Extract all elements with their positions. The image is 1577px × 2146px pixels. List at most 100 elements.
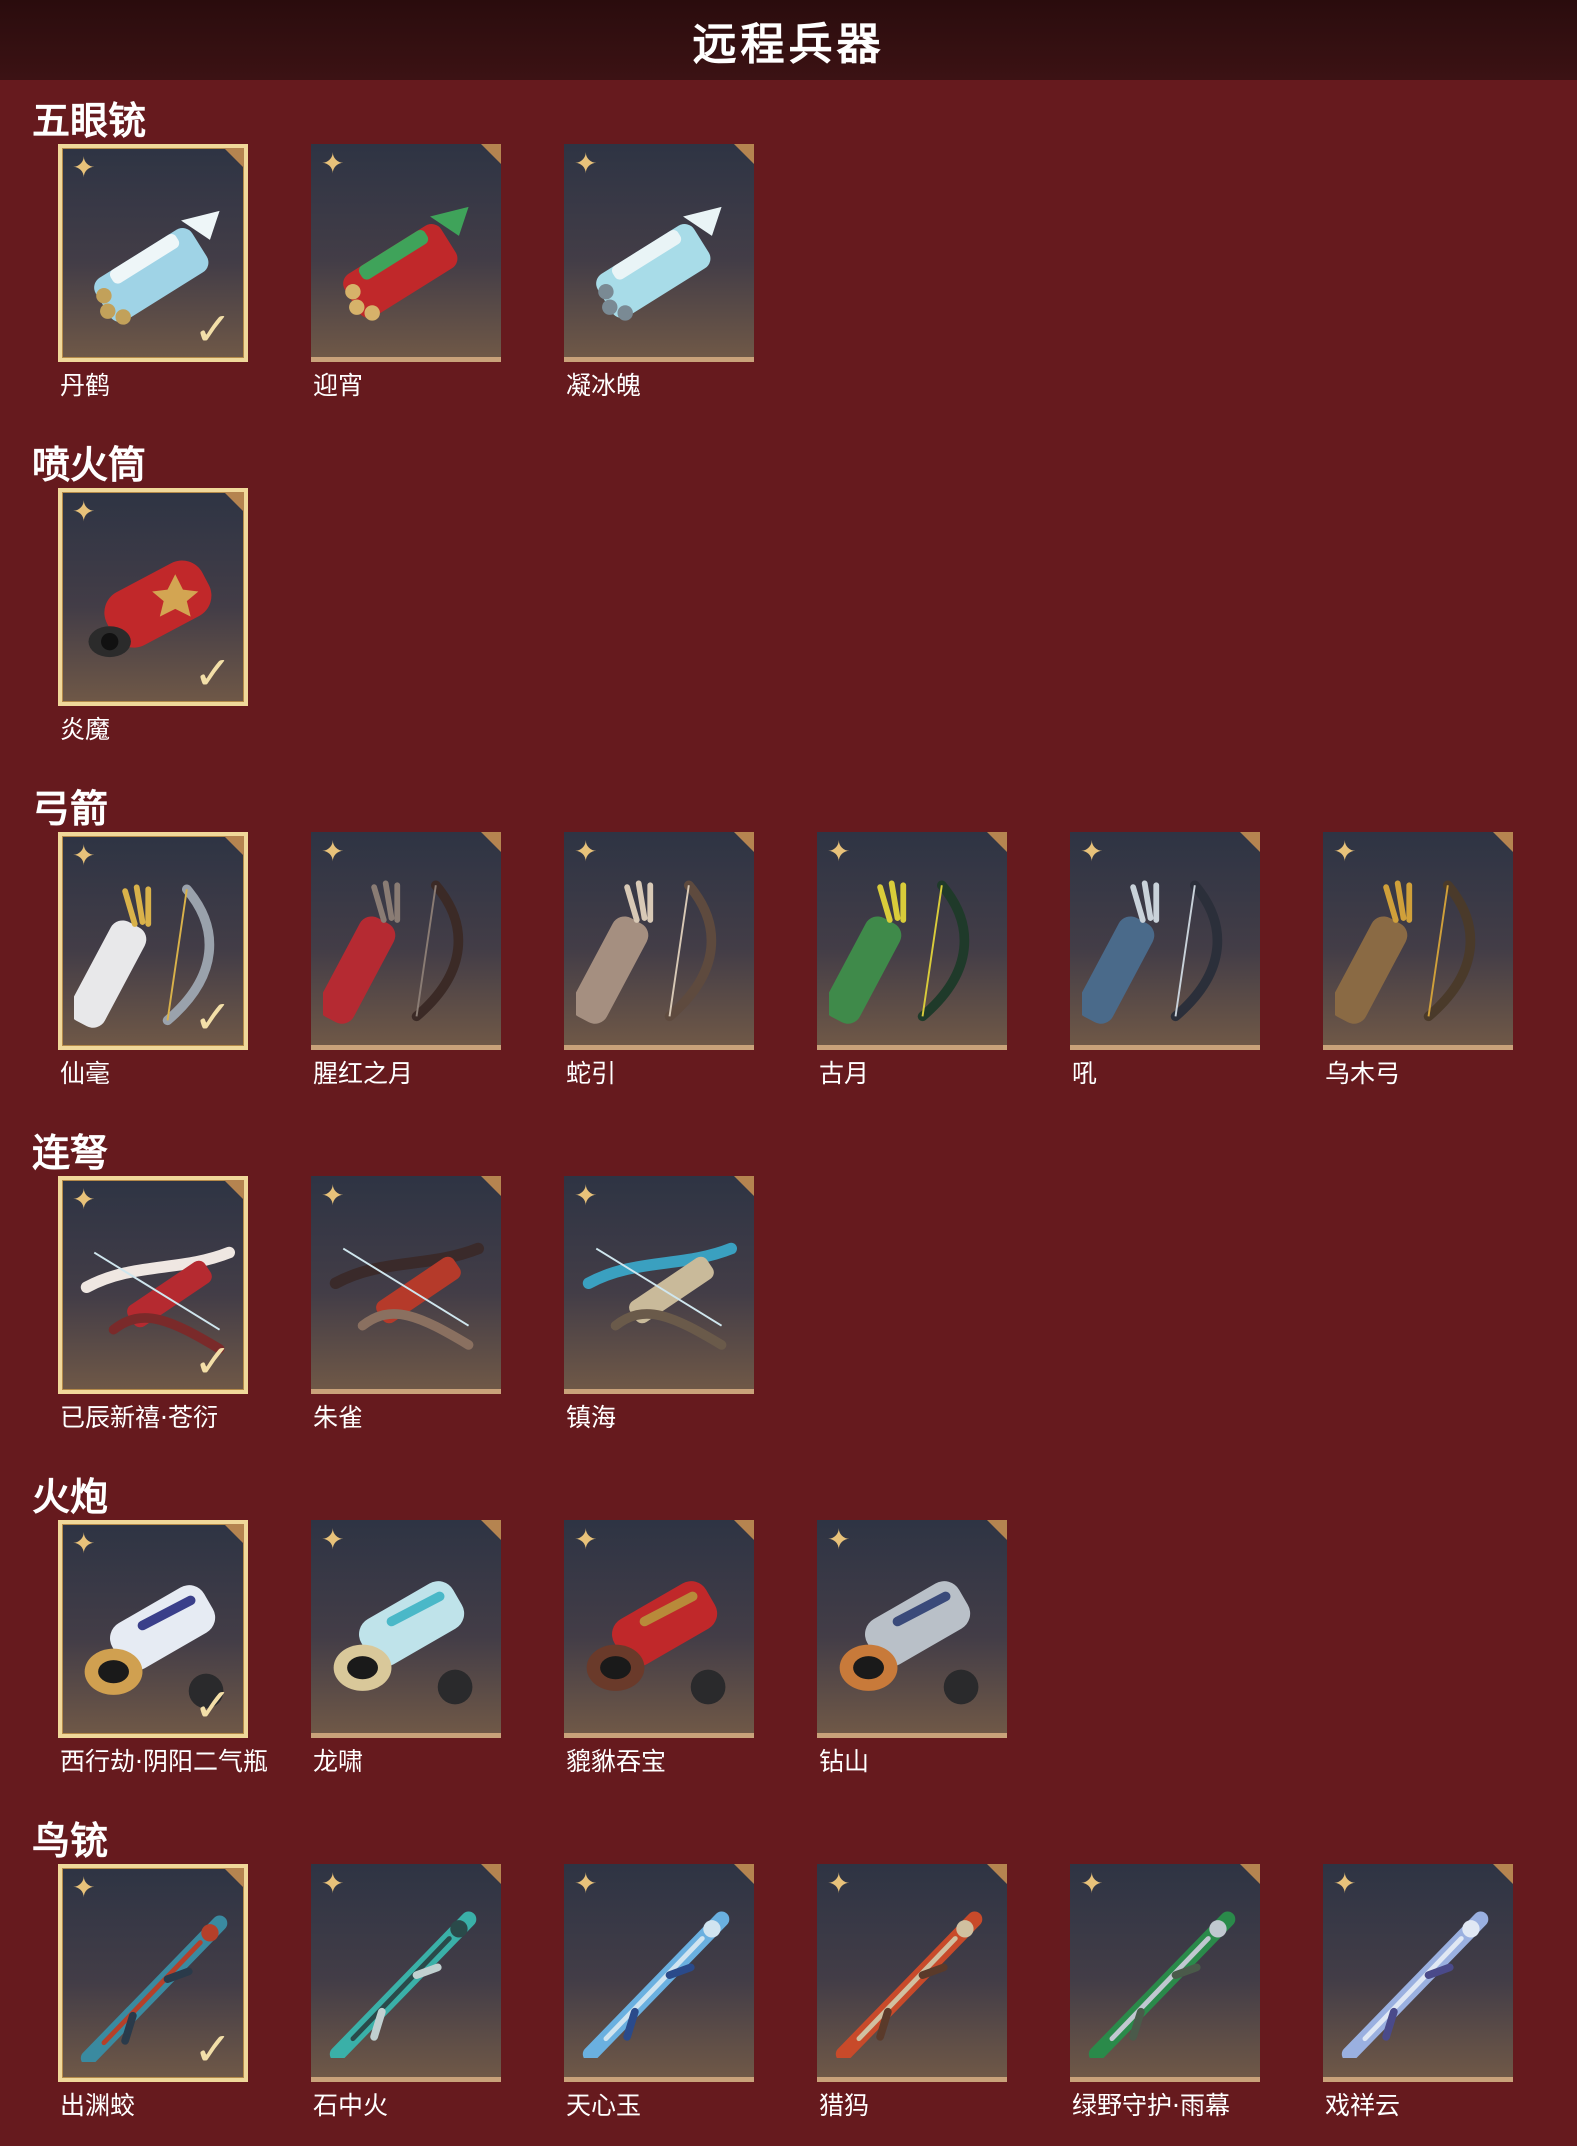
bow-quiver-icon: [576, 880, 717, 1024]
corner-tag-icon: [481, 144, 501, 164]
bow-quiver-icon: [829, 880, 970, 1024]
weapon-card[interactable]: ✦: [564, 1864, 754, 2082]
weapon-name: 绿野守护·雨幕: [1072, 2091, 1230, 2120]
weapon-card[interactable]: ✦ ✓: [58, 488, 248, 706]
weapon-name: 出渊蛟: [60, 2091, 136, 2120]
weapon-card[interactable]: ✦: [311, 144, 501, 362]
weapon-item[interactable]: ✦ 吼: [1070, 832, 1265, 1090]
weapon-name: 龙啸: [313, 1747, 364, 1776]
four-point-star-icon: ✦: [72, 151, 96, 184]
weapon-card[interactable]: ✦: [311, 1864, 501, 2082]
weapon-item[interactable]: ✦ 乌木弓: [1323, 832, 1518, 1090]
corner-tag-icon: [734, 1176, 754, 1196]
corner-tag-icon: [224, 836, 244, 856]
weapon-item[interactable]: ✦ 古月: [817, 832, 1012, 1090]
weapon-item[interactable]: ✦ 蛇引: [564, 832, 759, 1090]
weapon-item[interactable]: ✦ ✓ 炎魔: [58, 488, 253, 746]
weapon-card[interactable]: ✦: [817, 1864, 1007, 2082]
four-point-star-icon: ✦: [321, 1523, 345, 1556]
corner-tag-icon: [987, 1520, 1007, 1540]
bow-quiver-icon: [1082, 880, 1223, 1024]
weapon-item[interactable]: ✦ 貔貅吞宝: [564, 1520, 759, 1778]
corner-tag-icon: [481, 1520, 501, 1540]
weapon-item[interactable]: ✦ 镇海: [564, 1176, 759, 1434]
weapon-card[interactable]: ✦: [1323, 1864, 1513, 2082]
musket-icon: [582, 1911, 730, 2058]
weapon-item[interactable]: ✦ ✓ 仙毫: [58, 832, 253, 1090]
check-icon: ✓: [193, 302, 232, 356]
weapon-name: 乌木弓: [1325, 1059, 1401, 1088]
weapon-card[interactable]: ✦: [817, 1520, 1007, 1738]
weapon-card[interactable]: ✦ ✓: [58, 1520, 248, 1738]
weapon-item[interactable]: ✦ 腥红之月: [311, 832, 506, 1090]
weapon-card[interactable]: ✦ ✓: [58, 1176, 248, 1394]
four-point-star-icon: ✦: [574, 1523, 598, 1556]
four-point-star-icon: ✦: [72, 1871, 96, 1904]
check-icon: ✓: [193, 990, 232, 1044]
corner-tag-icon: [224, 492, 244, 512]
weapon-item[interactable]: ✦ 石中火: [311, 1864, 506, 2122]
weapon-card[interactable]: ✦ ✓: [58, 832, 248, 1050]
weapon-name: 炎魔: [60, 715, 111, 744]
weapon-card[interactable]: ✦: [311, 1176, 501, 1394]
weapon-item[interactable]: ✦ 钻山: [817, 1520, 1012, 1778]
cannon-icon: [839, 1581, 979, 1705]
category-title: 鸟铳: [32, 1819, 109, 1863]
weapon-name: 貔貅吞宝: [566, 1747, 667, 1776]
weapon-item[interactable]: ✦ 天心玉: [564, 1864, 759, 2122]
repeating-crossbow-icon: [582, 1242, 737, 1350]
check-icon: ✓: [193, 2022, 232, 2076]
weapon-card[interactable]: ✦: [311, 832, 501, 1050]
weapon-category: 火炮 ✦ ✓ 西行劫·阴阳二气瓶 ✦ 龙啸 ✦ 貔貅吞宝 ✦ 钻山: [0, 1462, 1577, 1802]
weapon-item[interactable]: ✦ ✓ 出渊蛟: [58, 1864, 253, 2122]
weapon-name: 腥红之月: [313, 1059, 414, 1088]
weapon-item[interactable]: ✦ ✓ 西行劫·阴阳二气瓶: [58, 1520, 268, 1778]
weapon-card[interactable]: ✦: [564, 1520, 754, 1738]
four-point-star-icon: ✦: [321, 147, 345, 180]
weapon-item[interactable]: ✦ 朱雀: [311, 1176, 506, 1434]
weapon-card[interactable]: ✦: [564, 832, 754, 1050]
weapon-item[interactable]: ✦ 戏祥云: [1323, 1864, 1518, 2122]
weapon-card[interactable]: ✦: [1070, 1864, 1260, 2082]
corner-tag-icon: [987, 832, 1007, 852]
weapon-item[interactable]: ✦ 凝冰魄: [564, 144, 759, 402]
corner-tag-icon: [734, 1864, 754, 1884]
weapon-card[interactable]: ✦ ✓: [58, 144, 248, 362]
weapon-item[interactable]: ✦ 龙啸: [311, 1520, 506, 1778]
cannon-icon: [586, 1581, 726, 1705]
corner-tag-icon: [1240, 832, 1260, 852]
weapon-card[interactable]: ✦ ✓: [58, 1864, 248, 2082]
weapon-category: 鸟铳 ✦ ✓ 出渊蛟 ✦ 石中火 ✦ 天心玉 ✦ 猎犸 ✦ 绿野守护·雨幕 ✦ 戏祥云: [0, 1806, 1577, 2146]
corner-tag-icon: [224, 148, 244, 168]
weapon-name: 迎宵: [313, 371, 364, 400]
weapon-card[interactable]: ✦: [564, 144, 754, 362]
weapon-card[interactable]: ✦: [817, 832, 1007, 1050]
weapon-name: 镇海: [566, 1403, 617, 1432]
weapon-card[interactable]: ✦: [564, 1176, 754, 1394]
check-icon: ✓: [193, 1678, 232, 1732]
corner-tag-icon: [987, 1864, 1007, 1884]
weapon-item[interactable]: ✦ 迎宵: [311, 144, 506, 402]
weapon-item[interactable]: ✦ 绿野守护·雨幕: [1070, 1864, 1265, 2122]
bow-quiver-icon: [1335, 880, 1476, 1024]
weapon-card[interactable]: ✦: [311, 1520, 501, 1738]
weapon-name: 戏祥云: [1325, 2091, 1401, 2120]
repeating-crossbow-icon: [329, 1242, 484, 1350]
four-point-star-icon: ✦: [1333, 835, 1357, 868]
corner-tag-icon: [1493, 832, 1513, 852]
corner-tag-icon: [224, 1180, 244, 1200]
page-header: 远程兵器: [0, 0, 1577, 80]
weapon-name: 蛇引: [566, 1059, 617, 1088]
weapon-name: 石中火: [313, 2091, 389, 2120]
weapon-card[interactable]: ✦: [1070, 832, 1260, 1050]
four-point-star-icon: ✦: [574, 1179, 598, 1212]
weapon-item[interactable]: ✦ ✓ 已辰新禧·苍衍: [58, 1176, 253, 1434]
weapon-item[interactable]: ✦ 猎犸: [817, 1864, 1012, 2122]
four-point-star-icon: ✦: [72, 495, 96, 528]
musket-icon: [1341, 1911, 1489, 2058]
weapon-item[interactable]: ✦ ✓ 丹鹤: [58, 144, 253, 402]
four-point-star-icon: ✦: [574, 835, 598, 868]
four-point-star-icon: ✦: [1333, 1867, 1357, 1900]
weapon-card[interactable]: ✦: [1323, 832, 1513, 1050]
weapon-name: 凝冰魄: [566, 371, 642, 400]
